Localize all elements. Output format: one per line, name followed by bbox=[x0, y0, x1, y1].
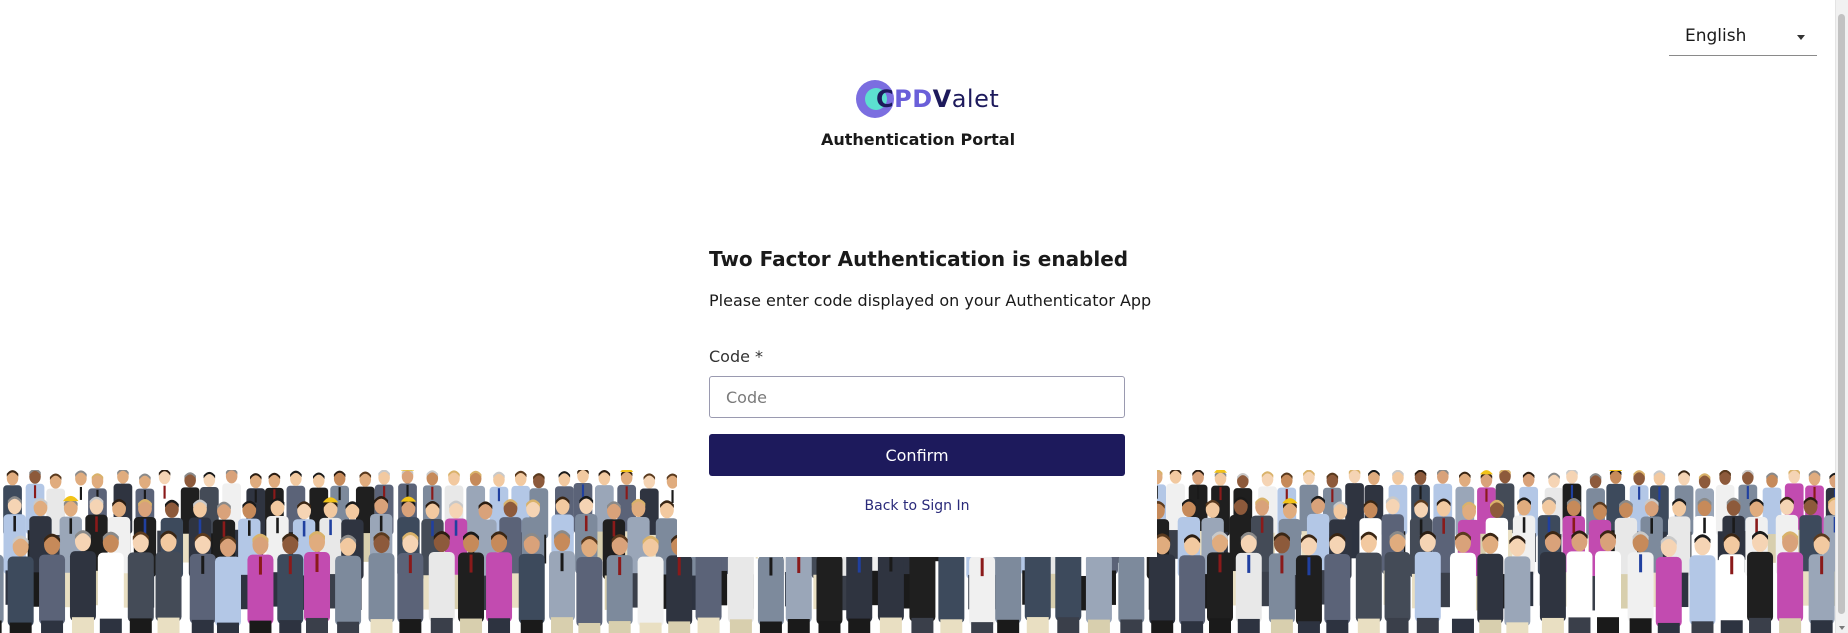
form-heading: Two Factor Authentication is enabled bbox=[709, 247, 1129, 271]
logo-wordmark: CPDValet bbox=[876, 85, 1000, 113]
authentication-page: English CPDValet Authentication Portal T… bbox=[0, 0, 1848, 633]
cpdvalet-logo: CPDValet bbox=[856, 80, 999, 118]
scroll-down-arrow-icon[interactable] bbox=[1839, 626, 1845, 630]
two-factor-card: Two Factor Authentication is enabled Ple… bbox=[677, 220, 1157, 557]
portal-title: Authentication Portal bbox=[820, 130, 1016, 149]
language-selector[interactable]: English bbox=[1669, 18, 1817, 56]
code-input[interactable] bbox=[709, 376, 1125, 418]
vertical-scrollbar[interactable] bbox=[1835, 0, 1848, 633]
form-instruction: Please enter code displayed on your Auth… bbox=[709, 291, 1152, 310]
confirm-button[interactable]: Confirm bbox=[709, 434, 1125, 476]
caret-down-icon bbox=[1797, 35, 1805, 40]
scrollbar-thumb[interactable] bbox=[1838, 14, 1845, 614]
language-selector-value: English bbox=[1685, 26, 1747, 46]
back-to-sign-in-link[interactable]: Back to Sign In bbox=[709, 498, 1125, 514]
code-field-label: Code * bbox=[709, 347, 764, 366]
